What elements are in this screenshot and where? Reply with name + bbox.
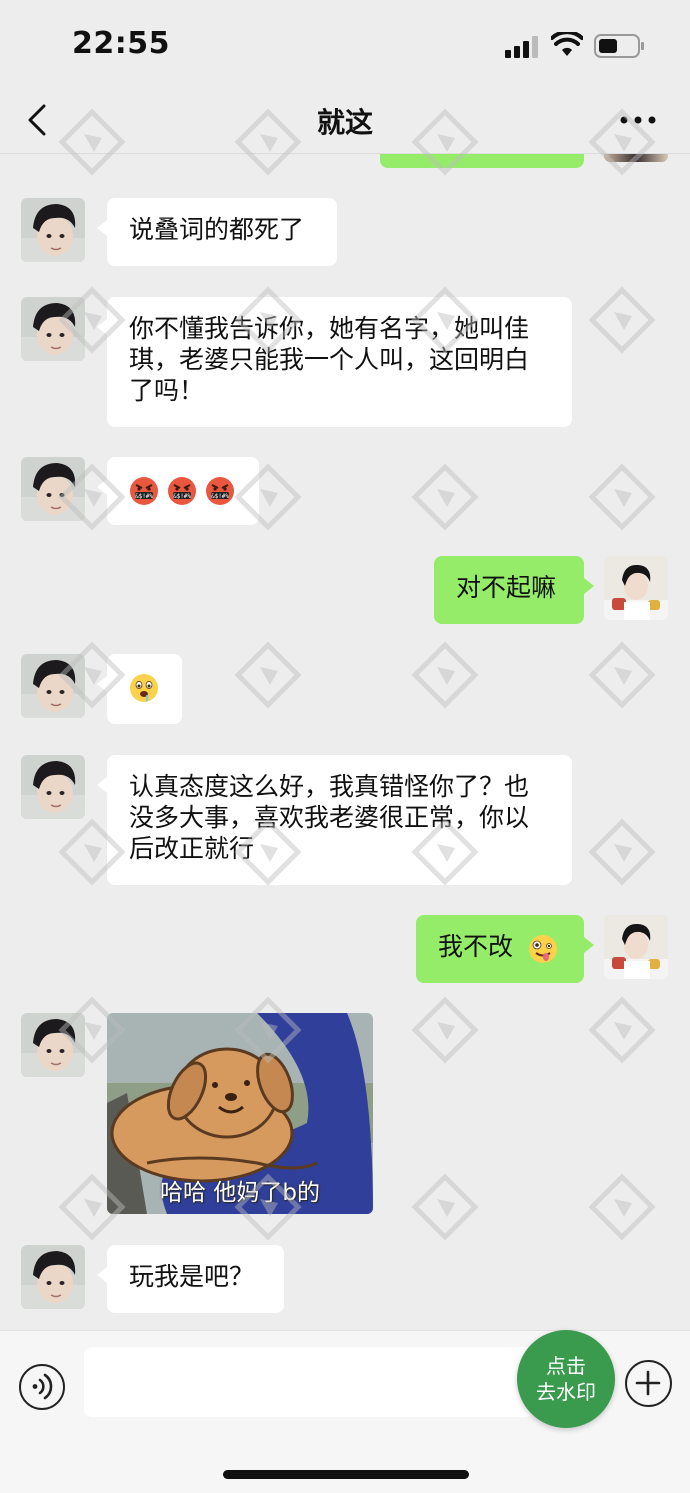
- contact-avatar[interactable]: [21, 1245, 85, 1309]
- zany-face-icon: [529, 935, 557, 963]
- cursing-face-icon: [205, 476, 235, 506]
- drooling-face-icon: [130, 674, 158, 702]
- contact-avatar[interactable]: [21, 1013, 85, 1077]
- contact-avatar[interactable]: [21, 654, 85, 718]
- message-bubble[interactable]: 我不改: [416, 915, 594, 983]
- my-avatar[interactable]: [604, 556, 668, 620]
- previous-outgoing-bubble: [380, 154, 584, 168]
- cellular-signal-icon: [505, 36, 538, 58]
- message-text: 认真态度这么好，我真错怪你了？也没多大事，喜欢我老婆很正常，你以后改正就行: [129, 772, 530, 863]
- plus-icon: [635, 1370, 661, 1396]
- battery-icon: [594, 34, 644, 58]
- message-bubble[interactable]: 认真态度这么好，我真错怪你了？也没多大事，喜欢我老婆很正常，你以后改正就行: [97, 755, 572, 885]
- voice-input-button[interactable]: [19, 1364, 65, 1410]
- message-bubble[interactable]: 玩我是吧？: [97, 1245, 284, 1313]
- status-bar: 22:55: [0, 0, 690, 88]
- message-bubble[interactable]: [97, 654, 182, 724]
- message-bubble[interactable]: [97, 457, 259, 525]
- message-text: 说叠词的都死了: [129, 215, 305, 244]
- more-actions-button[interactable]: [625, 1360, 672, 1407]
- cursing-face-icon: [129, 476, 159, 506]
- my-avatar[interactable]: [604, 915, 668, 979]
- wifi-icon: [551, 32, 583, 56]
- sticker-caption: 哈哈 他妈了b的: [160, 1180, 320, 1206]
- home-indicator: [223, 1470, 469, 1479]
- nav-bar: 就这: [0, 88, 690, 154]
- message-text: 对不起嘛: [456, 573, 557, 602]
- message-text: 你不懂我告诉你，她有名字，她叫佳琪，老婆只能我一个人叫，这回明白了吗！: [129, 314, 530, 405]
- contact-avatar[interactable]: [21, 297, 85, 361]
- contact-avatar[interactable]: [21, 198, 85, 262]
- message-text: 我不改: [438, 932, 514, 961]
- contact-avatar[interactable]: [21, 755, 85, 819]
- remove-watermark-button[interactable]: 点击 去水印: [517, 1330, 615, 1428]
- my-avatar: [604, 154, 668, 162]
- dog-sticker-image[interactable]: 哈哈 他妈了b的: [107, 1013, 373, 1214]
- cursing-face-icon: [167, 476, 197, 506]
- message-bubble[interactable]: 你不懂我告诉你，她有名字，她叫佳琪，老婆只能我一个人叫，这回明白了吗！: [97, 297, 572, 427]
- message-text: 玩我是吧？: [129, 1262, 255, 1291]
- message-bubble[interactable]: 对不起嘛: [434, 556, 594, 624]
- message-input[interactable]: [84, 1347, 534, 1417]
- message-bubble[interactable]: 说叠词的都死了: [97, 198, 337, 266]
- contact-avatar[interactable]: [21, 457, 85, 521]
- voice-icon: [32, 1373, 53, 1400]
- more-options-icon[interactable]: [618, 112, 658, 128]
- status-time: 22:55: [72, 26, 170, 61]
- chat-title: 就这: [316, 106, 373, 139]
